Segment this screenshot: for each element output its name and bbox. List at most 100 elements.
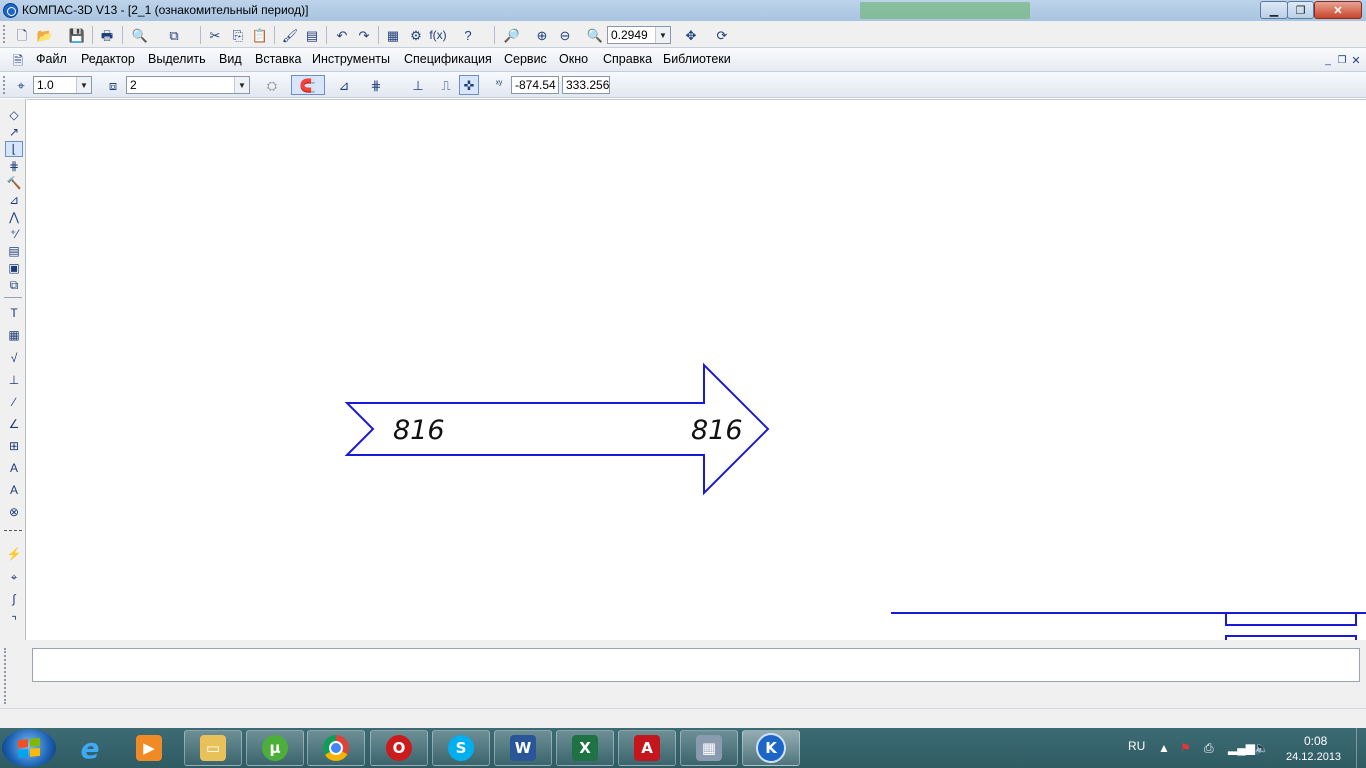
open-document-icon[interactable]: 📂 (35, 25, 55, 45)
help-pointer-icon[interactable]: ? (458, 25, 478, 45)
dimensions-icon[interactable]: ↗ (5, 124, 23, 140)
zoom-combo[interactable]: 0.2949 ▼ (607, 26, 671, 44)
menu-window[interactable]: Окно (559, 52, 588, 66)
menu-insert[interactable]: Вставка (255, 52, 301, 66)
property-field[interactable] (32, 648, 1360, 682)
kompas-app-icon[interactable] (3, 3, 18, 18)
designations-icon[interactable]: ⌊ (5, 141, 23, 157)
text-icon[interactable]: T (5, 305, 23, 321)
step-combo[interactable]: 1.0 ▼ (33, 76, 92, 94)
taskbar-excel[interactable]: X (556, 730, 614, 766)
minimize-button[interactable]: ▁ (1260, 1, 1288, 19)
taskbar-opera[interactable]: O (370, 730, 428, 766)
reports-icon[interactable]: ▣ (5, 260, 23, 276)
menu-service[interactable]: Сервис (504, 52, 547, 66)
zoom-out-icon[interactable]: ⊖ (555, 25, 575, 45)
print-icon[interactable]: 🖶 (97, 25, 117, 45)
select-icon[interactable]: ⋀ (5, 209, 23, 225)
zoom-in-icon[interactable]: ⊕ (532, 25, 552, 45)
base-icon[interactable]: ⊥ (5, 372, 23, 388)
cursor-step-icon[interactable]: ⌖ (11, 75, 31, 95)
start-button[interactable] (2, 729, 56, 767)
zoom-window-icon[interactable]: 🔎 (502, 25, 522, 45)
close-button[interactable]: ✕ (1314, 1, 1362, 19)
document-icon[interactable]: 🗎 (8, 50, 28, 70)
coord-y-field[interactable]: 333.256 (562, 76, 610, 94)
chevron-down-icon[interactable]: ▼ (234, 77, 249, 93)
menu-tools[interactable]: Инструменты (312, 52, 390, 66)
tolerance-icon[interactable]: ⊞ (5, 438, 23, 454)
library-manager-icon[interactable]: ⚙ (406, 25, 426, 45)
menu-view[interactable]: Вид (219, 52, 242, 66)
menu-select[interactable]: Выделить (148, 52, 206, 66)
view-arrow-icon[interactable]: A (5, 460, 23, 476)
axis-line-icon[interactable] (4, 530, 22, 531)
chevron-down-icon[interactable]: ▼ (76, 77, 91, 93)
manager-icon[interactable]: ▦ (383, 25, 403, 45)
doc-close-icon[interactable]: ✕ (1346, 51, 1366, 71)
tray-expand-icon[interactable]: ▲ (1158, 741, 1170, 755)
remote-element-icon[interactable]: ⊗ (5, 504, 23, 520)
clock-date[interactable]: 24.12.2013 (1286, 751, 1341, 763)
volume-icon[interactable]: 🔈 (1254, 741, 1269, 755)
document-manager-icon[interactable]: ⧉ (164, 25, 184, 45)
menu-libraries[interactable]: Библиотеки (663, 52, 731, 66)
taskbar-word[interactable]: W (494, 730, 552, 766)
parameterization-icon[interactable]: 🔨 (5, 175, 23, 191)
variables-icon[interactable]: f(x) (428, 25, 448, 45)
copy-icon[interactable]: ⎘ (228, 25, 248, 45)
redo-icon[interactable]: ↷ (354, 25, 374, 45)
taskbar-media[interactable]: ▶ (120, 730, 178, 766)
menu-edit[interactable]: Редактор (81, 52, 135, 66)
associative-views-icon[interactable]: ⁺⁄ (5, 226, 23, 242)
usb-icon[interactable]: ⎙ (1204, 741, 1214, 756)
language-indicator[interactable]: RU (1128, 739, 1145, 753)
coordinate-system-icon[interactable]: ⊥ (408, 75, 428, 95)
spec-icon[interactable]: ▤ (5, 243, 23, 259)
menu-file[interactable]: Файл (36, 52, 67, 66)
show-desktop-button[interactable] (1356, 728, 1366, 768)
arrow-label-right[interactable]: 816 (691, 415, 743, 446)
cut-icon[interactable]: ✂ (205, 25, 225, 45)
leader-icon[interactable]: ∕ (5, 394, 23, 410)
print-preview-icon[interactable]: 🔍 (130, 25, 150, 45)
network-signal-icon[interactable]: ▂▄▆ (1228, 741, 1255, 755)
toolbar-grip[interactable] (3, 25, 7, 43)
restore-button[interactable]: ❐ (1287, 1, 1314, 19)
action-center-icon[interactable]: ⚑ (1180, 741, 1191, 755)
snap-magnet-icon[interactable]: 🧲 (291, 75, 325, 95)
geometry-icon[interactable]: ◇ (5, 107, 23, 123)
arrow-label-left[interactable]: 816 (393, 415, 445, 446)
refresh-view-icon[interactable]: ⟳ (712, 25, 732, 45)
wave-line-icon[interactable]: ∫ (5, 591, 23, 607)
save-icon[interactable]: 💾 (67, 25, 87, 45)
round-coordinates-icon[interactable]: ✜ (459, 75, 479, 95)
lightning-icon[interactable]: ⚡ (5, 546, 23, 562)
taskbar-chrome[interactable] (307, 730, 365, 766)
roughness-icon[interactable]: √ (5, 350, 23, 366)
properties-icon[interactable]: ▤ (302, 25, 322, 45)
menu-specification[interactable]: Спецификация (404, 52, 492, 66)
cut-line-icon[interactable]: A (5, 482, 23, 498)
coord-x-field[interactable]: -874.54 (511, 76, 559, 94)
ortho-icon[interactable]: ⎍ (436, 75, 456, 95)
style-properties-icon[interactable]: ⛭ (262, 75, 282, 95)
zoom-scale-icon[interactable]: 🔍 (585, 25, 605, 45)
menu-help[interactable]: Справка (603, 52, 652, 66)
taskbar-kompas[interactable]: K (742, 730, 800, 766)
measure-icon[interactable]: ⊿ (5, 192, 23, 208)
position-leader-icon[interactable]: ∠ (5, 416, 23, 432)
chevron-down-icon[interactable]: ▼ (655, 27, 670, 43)
layer-combo[interactable]: 2 ▼ (126, 76, 250, 94)
center-mark-icon[interactable]: ⌖ (5, 569, 23, 585)
table-icon[interactable]: ▦ (5, 327, 23, 343)
new-document-icon[interactable]: 🗋 (12, 25, 32, 45)
panel-grip[interactable] (4, 648, 8, 704)
taskbar-acrobat[interactable]: A (618, 730, 676, 766)
paste-icon[interactable]: 📋 (250, 25, 270, 45)
toolbar-grip[interactable] (3, 76, 7, 94)
break-line-icon[interactable]: ⌝ (5, 613, 23, 629)
taskbar-skype[interactable]: S (432, 730, 490, 766)
insert-fragment-icon[interactable]: ⧉ (5, 277, 23, 293)
undo-icon[interactable]: ↶ (332, 25, 352, 45)
